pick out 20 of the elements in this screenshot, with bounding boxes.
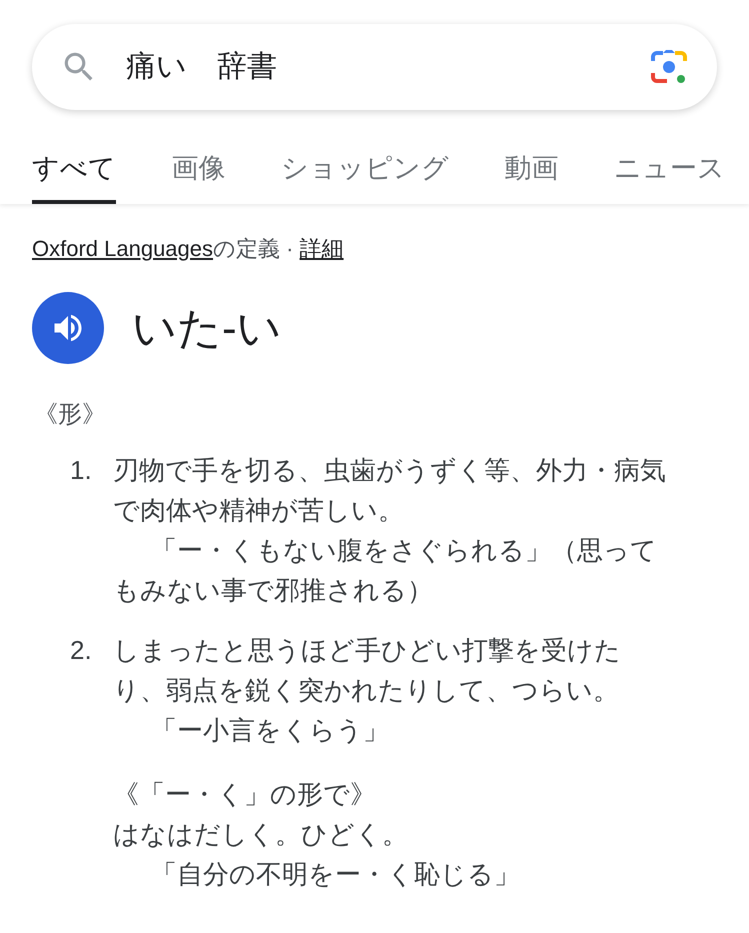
definition-text: しまったと思うほど手ひどい打撃を受けたり、弱点を鋭く突かれたりして、つらい。 <box>113 634 622 707</box>
sense-number: 2. <box>70 634 93 667</box>
tab[interactable]: ショッピング <box>281 144 449 204</box>
example-sentence: 「自分の不明をー・く恥じる」 <box>150 858 521 891</box>
tab[interactable]: ニュース <box>614 144 725 204</box>
tab[interactable]: 動画 <box>504 144 558 204</box>
definition-text: はなはだしく。ひどく。 <box>113 818 409 851</box>
definition-text: 刃物で手を切る、虫歯がうずく等、外力・病気で肉体や精神が苦しい。 <box>113 454 667 527</box>
example-sentence: 「ー・くもない腹をさぐられる」（思ってもみない事で邪推される） <box>113 534 658 607</box>
part-of-speech: 《形》 <box>34 400 107 430</box>
details-link[interactable]: 詳細 <box>300 236 344 261</box>
usage-label: 《「ー・く」の形で》 <box>113 778 377 811</box>
headword: いた-い <box>132 302 282 354</box>
example-sentence: 「ー小言をくらう」 <box>150 714 390 747</box>
source-attribution: Oxford Languagesの定義 · 詳細 <box>32 235 345 263</box>
source-link[interactable]: Oxford Languages <box>32 236 214 261</box>
sense-number: 1. <box>70 454 93 487</box>
tab[interactable]: すべて <box>32 144 116 204</box>
search-query[interactable]: 痛い 辞書 <box>126 49 649 85</box>
tab[interactable]: 画像 <box>172 144 226 204</box>
